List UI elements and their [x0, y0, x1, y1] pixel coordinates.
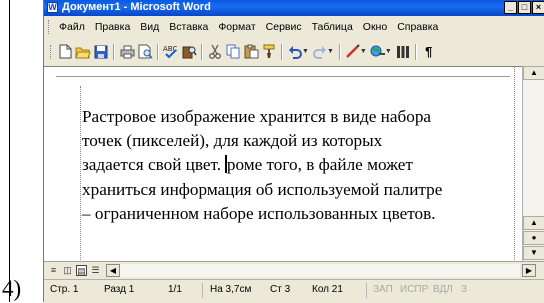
undo-dropdown-arrow[interactable]: ▼	[302, 48, 309, 55]
print-layout-view-icon[interactable]: ▤	[76, 265, 87, 276]
menu-table[interactable]: Таблица	[307, 21, 358, 33]
close-button[interactable]: ×	[532, 1, 544, 14]
status-separator	[366, 283, 367, 298]
menu-file[interactable]: Файл	[54, 21, 90, 33]
minimize-button[interactable]: _	[504, 1, 517, 14]
question-number: 4)	[2, 276, 22, 301]
text-line: Растровое изображение хранится в виде на…	[82, 107, 432, 126]
status-extend-selection[interactable]: ВДЛ	[433, 284, 453, 295]
status-page-count: 1/1	[168, 284, 182, 295]
word-app-icon[interactable]: W	[47, 2, 58, 13]
document-text[interactable]: Растровое изображение хранится в виде на…	[82, 105, 518, 226]
redo-icon[interactable]	[312, 44, 328, 60]
hyperlink-dropdown-arrow[interactable]: ▼	[385, 48, 392, 55]
menu-edit[interactable]: Правка	[90, 21, 135, 33]
toolbar-separator	[338, 43, 341, 60]
text-line: храниться информация об используемой пал…	[82, 179, 443, 199]
window-controls: _ □ ×	[504, 1, 544, 14]
page-left-boundary	[80, 86, 81, 262]
menu-insert[interactable]: Вставка	[164, 21, 213, 33]
page-top-boundary	[56, 76, 510, 77]
outline-view-icon[interactable]: ☰	[90, 265, 101, 276]
status-position: На 3,7см	[210, 284, 252, 295]
undo-icon[interactable]	[287, 44, 303, 60]
horizontal-scroll-area: ≡ ◫ ▤ ☰ ◀ ▶	[44, 261, 544, 280]
select-browse-object-icon[interactable]: ●	[523, 231, 544, 245]
scroll-left-arrow-icon[interactable]: ◀	[106, 264, 120, 277]
open-folder-icon[interactable]	[75, 44, 91, 60]
status-section: Разд 1	[104, 284, 135, 295]
toolbar-separator	[201, 43, 203, 60]
hyperlink-icon[interactable]	[370, 44, 386, 60]
maximize-button[interactable]: □	[518, 1, 531, 14]
status-record-macro[interactable]: ЗАП	[373, 284, 393, 295]
menu-format[interactable]: Формат	[213, 21, 260, 33]
browse-previous-icon[interactable]: ▲	[523, 216, 544, 230]
scroll-up-arrow-icon[interactable]: ▲	[523, 66, 544, 80]
menu-tools[interactable]: Сервис	[261, 21, 307, 33]
paste-icon[interactable]	[243, 44, 259, 60]
drawing-dropdown-arrow[interactable]: ▼	[360, 48, 367, 55]
menu-window[interactable]: Окно	[358, 21, 392, 33]
status-page: Стр. 1	[50, 284, 79, 295]
cut-icon[interactable]	[207, 44, 223, 60]
menu-grip-handle[interactable]	[48, 20, 51, 34]
toolbar-grip-handle[interactable]	[50, 44, 53, 59]
show-formatting-icon[interactable]: ¶	[421, 44, 437, 60]
status-separator	[202, 283, 203, 298]
toolbar-separator	[113, 43, 115, 60]
browse-next-icon[interactable]: ▼	[523, 246, 544, 260]
research-icon[interactable]	[181, 44, 197, 60]
scroll-right-arrow-icon[interactable]: ▶	[522, 264, 536, 277]
menu-bar: Файл Правка Вид Вставка Формат Сервис Та…	[44, 16, 544, 38]
web-layout-view-icon[interactable]: ◫	[62, 265, 73, 276]
title-bar[interactable]: W Документ1 - Microsoft Word _ □ ×	[44, 0, 544, 16]
status-track-changes[interactable]: ИСПР	[400, 284, 428, 295]
toolbar-separator	[414, 43, 417, 60]
save-icon[interactable]	[93, 44, 109, 60]
print-icon[interactable]	[119, 44, 135, 60]
status-bar: Стр. 1 Разд 1 1/1 На 3,7см Ст 3 Кол 21 З…	[44, 279, 544, 303]
text-segment: роме того, в файле может	[226, 155, 413, 175]
status-line: Ст 3	[270, 284, 291, 295]
horizontal-scrollbar-track[interactable]	[120, 264, 520, 277]
redo-dropdown-arrow[interactable]: ▼	[327, 48, 334, 55]
text-line: точек (пикселей), для каждой из которых	[82, 131, 383, 151]
menu-help[interactable]: Справка	[392, 21, 443, 33]
format-painter-icon[interactable]	[261, 44, 277, 60]
word-window: W Документ1 - Microsoft Word _ □ × Файл …	[43, 0, 544, 303]
vertical-scrollbar[interactable]: ▲ ▲ ● ▼	[522, 66, 544, 261]
print-preview-icon[interactable]	[137, 44, 153, 60]
document-area[interactable]: Растровое изображение хранится в виде на…	[44, 66, 522, 262]
status-column: Кол 21	[312, 284, 343, 295]
columns-icon[interactable]	[395, 44, 411, 60]
drawing-icon[interactable]	[345, 44, 361, 60]
left-margin-rule	[9, 0, 10, 302]
text-line: – ограниченном наборе использованных цве…	[82, 203, 436, 223]
menu-view[interactable]: Вид	[135, 21, 164, 33]
text-line: задается свой цвет. роме того, в файле м…	[82, 153, 518, 177]
status-overtype[interactable]: З	[461, 284, 467, 295]
toolbar-separator	[157, 43, 159, 60]
copy-icon[interactable]	[225, 44, 241, 60]
text-segment: задается свой цвет.	[82, 155, 226, 175]
new-document-icon[interactable]	[57, 44, 73, 60]
standard-toolbar: ABC ▼ ▼ ▼ ▼ ¶	[44, 38, 544, 65]
spelling-icon[interactable]: ABC	[163, 44, 179, 60]
window-title: Документ1 - Microsoft Word	[62, 1, 211, 13]
normal-view-icon[interactable]: ≡	[48, 265, 59, 276]
toolbar-separator	[281, 43, 283, 60]
